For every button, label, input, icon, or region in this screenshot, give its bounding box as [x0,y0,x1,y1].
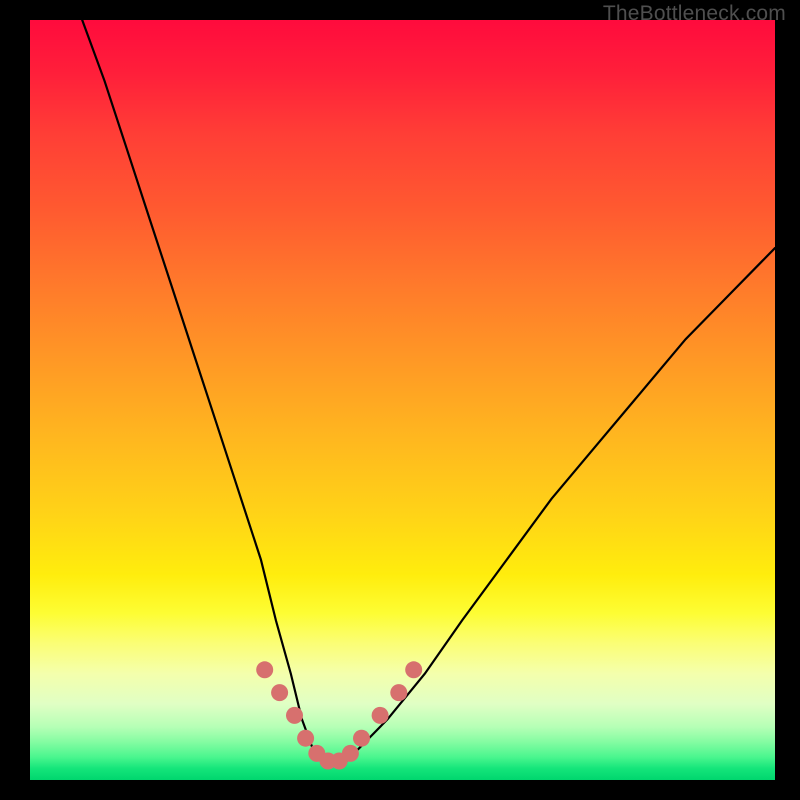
watermark-text: TheBottleneck.com [603,2,786,26]
highlight-dot [405,661,422,678]
highlight-dot [353,730,370,747]
chart-frame: TheBottleneck.com [0,0,800,800]
bottleneck-curve [82,20,775,765]
chart-svg [30,20,775,780]
highlight-dots [256,661,422,769]
highlight-dot [390,684,407,701]
highlight-dot [286,707,303,724]
highlight-dot [342,745,359,762]
chart-plot-area [30,20,775,780]
highlight-dot [256,661,273,678]
highlight-dot [297,730,314,747]
highlight-dot [372,707,389,724]
highlight-dot [271,684,288,701]
